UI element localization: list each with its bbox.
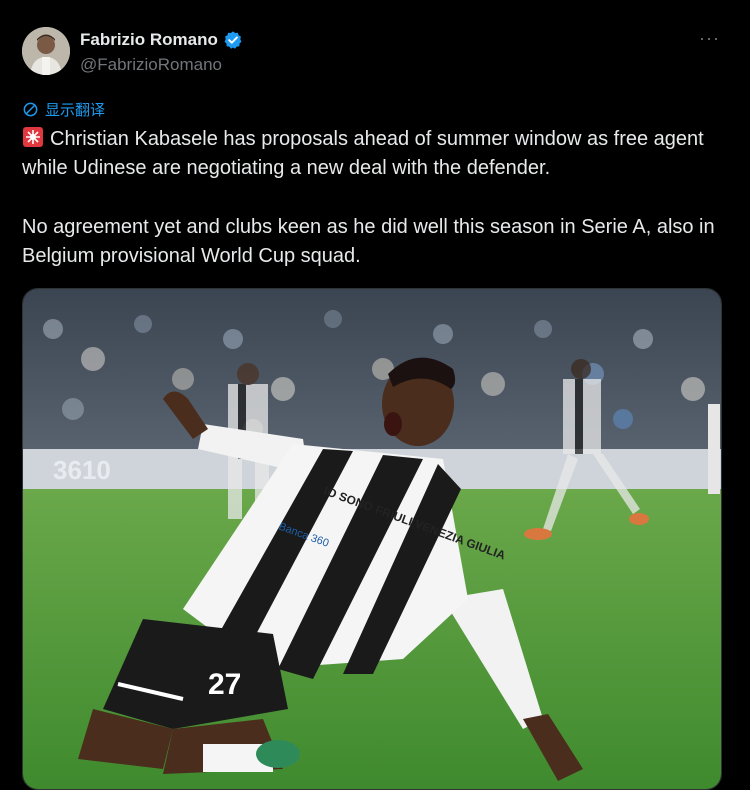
verified-badge-icon [223,30,243,50]
translate-button[interactable]: 显示翻译 [22,99,105,120]
display-name[interactable]: Fabrizio Romano [80,30,218,50]
more-options-button[interactable]: ··· [699,28,720,49]
rotating-light-icon [22,126,44,148]
translate-label: 显示翻译 [45,101,106,119]
post-text: Christian Kabasele has proposals ahead o… [22,125,728,271]
handle[interactable]: @FabrizioRomano [80,55,222,75]
name-row: Fabrizio Romano [80,30,243,50]
board-text: 3610 [53,455,111,485]
post-paragraph-2: No agreement yet and clubs keen as he di… [22,216,715,267]
post-paragraph-1-text: Christian Kabasele has proposals ahead o… [22,128,704,179]
tweet: Fabrizio Romano @FabrizioRomano ··· 显示翻译… [0,0,750,790]
post-photo[interactable]: 3610 IO SONO FRIULI VENEZIA GIULIA Banca… [22,288,722,790]
shirt-number: 27 [208,668,241,701]
avatar[interactable] [22,27,70,75]
post-paragraph-1: Christian Kabasele has proposals ahead o… [22,125,728,183]
translate-icon [23,102,38,117]
